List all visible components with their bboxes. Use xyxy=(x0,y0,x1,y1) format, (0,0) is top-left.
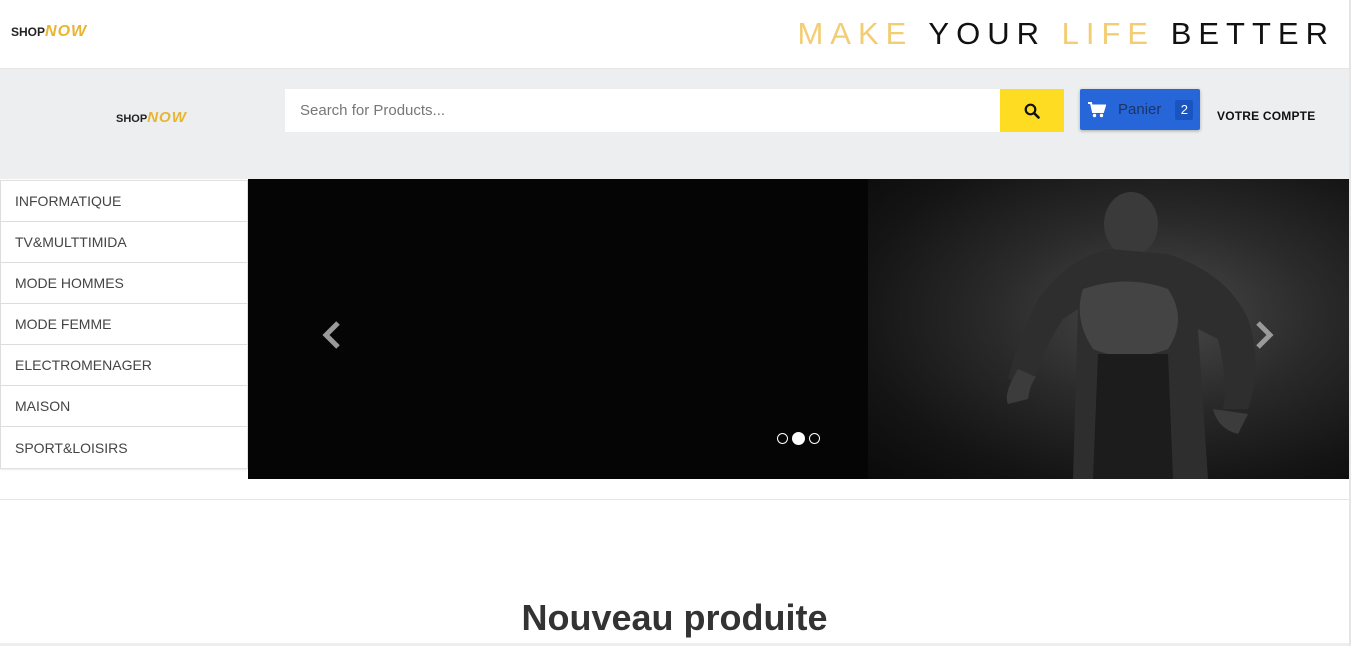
cart-button[interactable]: Panier 2 xyxy=(1080,89,1200,130)
logo-now-text: NOW xyxy=(45,23,88,40)
carousel-next-button[interactable] xyxy=(1252,319,1276,356)
category-item-tv-multimedia[interactable]: TV&MULTTIMIDA xyxy=(1,222,247,263)
slogan-word-3: LIFE xyxy=(1061,16,1156,51)
search-button[interactable] xyxy=(1000,89,1064,132)
category-item-mode-hommes[interactable]: MODE HOMMES xyxy=(1,263,247,304)
carousel-prev-button[interactable] xyxy=(320,319,344,356)
category-item-mode-femme[interactable]: MODE FEMME xyxy=(1,304,247,345)
cart-count-badge: 2 xyxy=(1175,99,1194,120)
top-logo[interactable]: SHOPNOW xyxy=(11,23,87,41)
cart-icon xyxy=(1088,101,1106,118)
athlete-figure xyxy=(1006,192,1256,479)
top-bar: SHOPNOW MAKE YOUR LIFE BETTER xyxy=(0,0,1349,69)
section-title: Nouveau produite xyxy=(521,597,828,638)
cart-label: Panier xyxy=(1118,101,1162,118)
category-item-informatique[interactable]: INFORMATIQUE xyxy=(1,181,247,222)
category-item-maison[interactable]: MAISON xyxy=(1,386,247,427)
search-input[interactable]: Search for Products... xyxy=(285,89,1000,132)
logo-shop-text: SHOP xyxy=(11,25,46,39)
hero-carousel xyxy=(248,179,1349,479)
carousel-dot-2[interactable] xyxy=(792,432,805,445)
category-item-electromenager[interactable]: ELECTROMENAGER xyxy=(1,345,247,386)
slogan-word-2: YOUR xyxy=(928,16,1046,51)
carousel-dot-1[interactable] xyxy=(777,433,788,444)
logo-now-text: NOW xyxy=(147,109,187,126)
carousel-indicators xyxy=(777,432,820,445)
section-divider xyxy=(0,499,1349,500)
header: SHOPNOW Search for Products... Panier 2 … xyxy=(0,69,1349,179)
slogan: MAKE YOUR LIFE BETTER xyxy=(797,16,1335,52)
category-item-sport-loisirs[interactable]: SPORT&LOISIRS xyxy=(1,427,247,468)
chevron-right-icon xyxy=(1256,321,1274,349)
slogan-word-4: BETTER xyxy=(1170,16,1335,51)
category-menu: INFORMATIQUE TV&MULTTIMIDA MODE HOMMES M… xyxy=(0,180,248,469)
slogan-word-1: MAKE xyxy=(797,16,914,51)
chevron-left-icon xyxy=(322,321,340,349)
search-icon xyxy=(1024,103,1040,119)
header-logo[interactable]: SHOPNOW xyxy=(116,109,187,127)
carousel-dot-3[interactable] xyxy=(809,433,820,444)
account-link[interactable]: VOTRE COMPTE xyxy=(1217,109,1315,123)
search-placeholder: Search for Products... xyxy=(300,102,446,119)
logo-shop-text: SHOP xyxy=(116,113,148,125)
